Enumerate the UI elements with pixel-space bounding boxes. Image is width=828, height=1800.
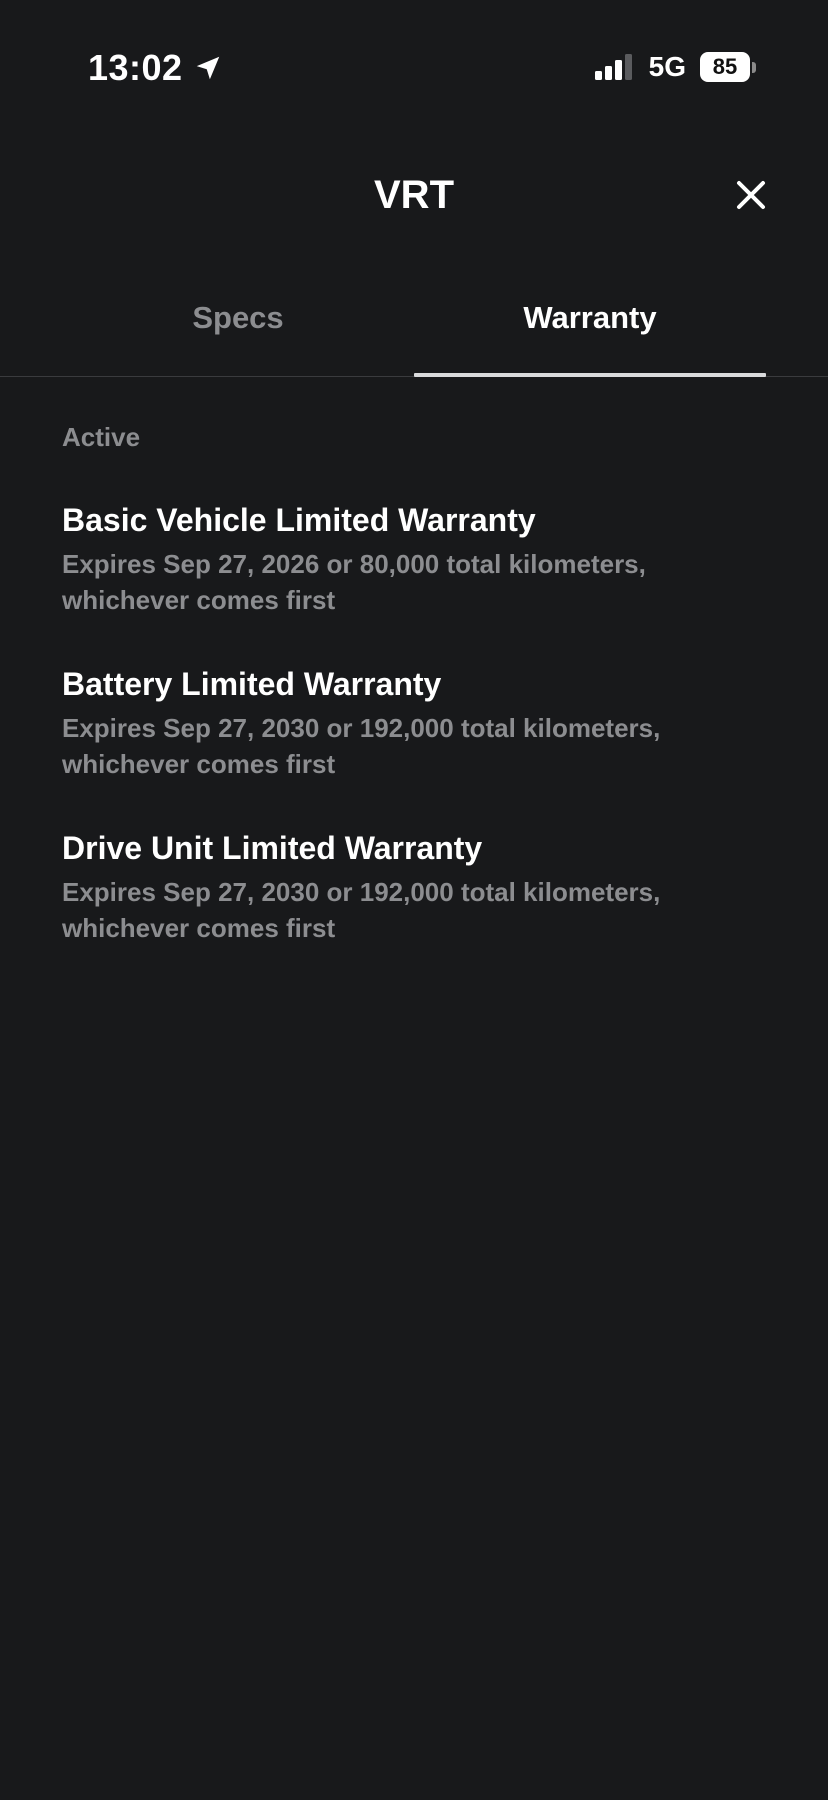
tab-bar: Specs Warranty [0,290,828,377]
warranty-item-drive-unit: Drive Unit Limited Warranty Expires Sep … [62,826,762,946]
battery-level: 85 [700,52,750,82]
signal-bars-icon [594,54,632,80]
status-indicators: 5G 85 [594,51,756,82]
warranty-description: Expires Sep 27, 2030 or 192,000 total ki… [62,877,661,943]
warranty-title: Battery Limited Warranty [62,666,442,702]
section-label-active: Active [62,422,141,452]
tab-specs[interactable]: Specs [62,290,414,376]
status-bar: 13:02 5G 85 [0,0,828,135]
screen: 13:02 5G 85 VRT Specs Warranty Active Ba… [0,0,828,1800]
warranty-list: Basic Vehicle Limited Warranty Expires S… [62,498,762,990]
warranty-title: Drive Unit Limited Warranty [62,830,483,866]
status-time: 13:02 [88,47,183,88]
status-time-group: 13:02 [88,46,223,90]
close-button[interactable] [726,170,776,220]
close-icon [737,181,765,209]
page-title: VRT [374,173,454,217]
tab-warranty[interactable]: Warranty [414,290,766,376]
warranty-description: Expires Sep 27, 2026 or 80,000 total kil… [62,549,646,615]
network-type: 5G [648,51,686,82]
battery-icon: 85 [700,52,756,82]
warranty-item-battery: Battery Limited Warranty Expires Sep 27,… [62,662,762,782]
warranty-item-basic-vehicle: Basic Vehicle Limited Warranty Expires S… [62,498,762,618]
warranty-description: Expires Sep 27, 2030 or 192,000 total ki… [62,713,661,779]
warranty-title: Basic Vehicle Limited Warranty [62,502,536,538]
active-tab-indicator [414,373,766,377]
location-arrow-icon [196,56,219,80]
battery-cap [752,61,756,73]
